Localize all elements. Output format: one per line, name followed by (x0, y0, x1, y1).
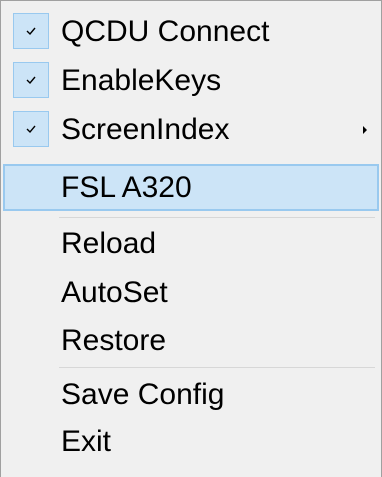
menu-item-save-config[interactable]: Save Config (1, 372, 381, 417)
menu-item-fsl-a320[interactable]: FSL A320 (3, 164, 379, 211)
menu-item-label: Restore (61, 323, 167, 357)
checkmark-icon (13, 111, 49, 147)
menu-item-label: Save Config (61, 377, 225, 411)
menu-item-screen-index[interactable]: ScreenIndex (1, 107, 381, 152)
checkmark-icon (13, 13, 49, 49)
menu-item-label: EnableKeys (61, 63, 222, 97)
menu-item-autoset[interactable]: AutoSet (1, 270, 381, 315)
menu-item-exit[interactable]: Exit (1, 419, 381, 464)
menu-item-reload[interactable]: Reload (1, 221, 381, 266)
menu-item-qcdu-connect[interactable]: QCDU Connect (1, 9, 381, 54)
menu-item-restore[interactable]: Restore (1, 318, 381, 363)
menu-item-label: Reload (61, 226, 157, 260)
checkmark-icon (13, 62, 49, 98)
menu-separator (59, 367, 375, 368)
menu-item-label: Exit (61, 424, 112, 458)
menu-item-label: QCDU Connect (61, 14, 270, 48)
menu-item-label: AutoSet (61, 275, 168, 309)
context-menu: QCDU Connect EnableKeys ScreenIndex FSL … (0, 0, 382, 477)
menu-item-enable-keys[interactable]: EnableKeys (1, 58, 381, 103)
menu-item-label: FSL A320 (61, 170, 192, 204)
menu-separator (59, 217, 375, 218)
submenu-arrow-icon (363, 125, 367, 134)
menu-item-label: ScreenIndex (61, 112, 230, 146)
